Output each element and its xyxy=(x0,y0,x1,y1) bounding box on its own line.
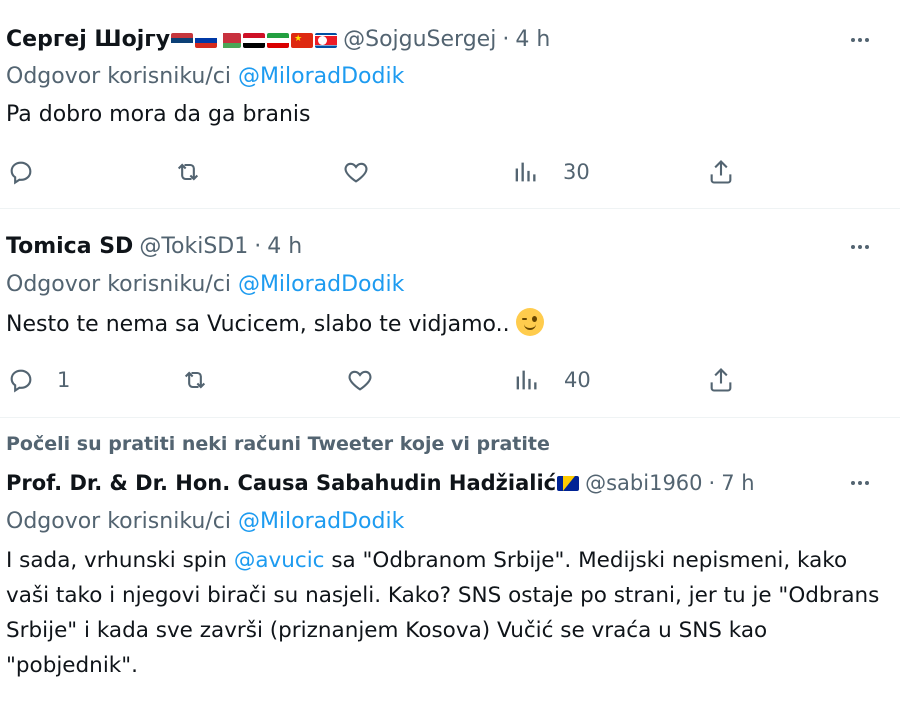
like-icon xyxy=(344,162,368,183)
author-name[interactable]: Tomica SD xyxy=(6,233,133,261)
like-button[interactable] xyxy=(342,157,370,187)
tweet-divider xyxy=(0,417,900,418)
reply-icon xyxy=(10,369,32,393)
more-icon[interactable] xyxy=(848,235,872,259)
action-bar: 1 40 xyxy=(0,365,900,395)
reply-context: Odgovor korisniku/ci @MiloradDodik xyxy=(6,508,404,536)
more-icon[interactable] xyxy=(848,471,872,495)
separator-dot: · xyxy=(708,471,716,495)
text-mention-link[interactable]: @avucic xyxy=(234,548,325,573)
views-button[interactable]: 30 xyxy=(511,157,590,187)
author-flags: ★ xyxy=(171,32,338,48)
author-handle[interactable]: @TokiSD1 xyxy=(139,233,248,261)
reply-icon xyxy=(10,161,32,185)
reply-button[interactable]: 1 xyxy=(7,365,70,395)
tweet-divider xyxy=(0,208,900,209)
share-icon xyxy=(710,160,732,184)
reply-count: 1 xyxy=(57,368,71,392)
like-icon xyxy=(348,370,372,391)
bosnia-flag-icon xyxy=(557,475,580,491)
iran-flag-icon xyxy=(267,32,290,48)
timestamp[interactable]: 4 h xyxy=(267,233,302,261)
tweet-text-start: I sada, vrhunski spin xyxy=(6,548,234,573)
reply-mention-link[interactable]: @MiloradDodik xyxy=(238,64,404,89)
reply-mention-link[interactable]: @MiloradDodik xyxy=(238,272,404,297)
retweet-button[interactable] xyxy=(174,157,202,187)
more-icon[interactable] xyxy=(848,28,872,52)
reply-prefix: Odgovor korisniku/ci xyxy=(6,272,238,297)
views-button[interactable]: 40 xyxy=(512,365,591,395)
tweet-text: Nesto te nema sa Vucicem, slabo te vidja… xyxy=(6,312,510,337)
views-count: 30 xyxy=(563,160,590,184)
china-flag-icon: ★ xyxy=(291,32,314,48)
reply-context: Odgovor korisniku/ci @MiloradDodik xyxy=(6,271,404,299)
share-icon xyxy=(710,368,732,392)
views-icon xyxy=(516,370,537,390)
author-name[interactable]: Сергеј Шојгу xyxy=(6,26,170,54)
views-icon xyxy=(515,162,536,182)
separator-dot: · xyxy=(502,27,510,52)
retweet-icon xyxy=(184,371,206,389)
retweet-icon xyxy=(177,163,199,181)
belarus-flag-icon xyxy=(219,32,242,48)
reply-button[interactable] xyxy=(7,157,57,187)
timestamp[interactable]: 4 h xyxy=(515,26,550,54)
action-bar: 30 xyxy=(0,157,900,187)
tweet-text: Pa dobro mora da ga branis xyxy=(6,102,311,127)
share-button[interactable] xyxy=(707,365,735,395)
tweet-header: Tomica SD @TokiSD1 · 4 h xyxy=(6,233,302,261)
retweet-button[interactable] xyxy=(181,365,209,395)
reply-context: Odgovor korisniku/ci @MiloradDodik xyxy=(6,63,404,91)
author-handle[interactable]: @SojguSergej xyxy=(343,26,496,54)
timestamp[interactable]: 7 h xyxy=(721,469,754,497)
syria-flag-icon xyxy=(243,32,266,48)
share-button[interactable] xyxy=(707,157,735,187)
author-flags xyxy=(557,475,580,491)
author-handle[interactable]: @sabi1960 xyxy=(585,469,702,497)
winking-face-icon xyxy=(515,308,544,336)
reply-prefix: Odgovor korisniku/ci xyxy=(6,64,238,89)
tweet-text-block: Nesto te nema sa Vucicem, slabo te vidja… xyxy=(6,308,544,342)
like-button[interactable] xyxy=(346,365,374,395)
russia-flag-icon xyxy=(195,32,218,48)
separator-dot: · xyxy=(254,234,262,259)
views-count: 40 xyxy=(564,368,591,392)
reply-prefix: Odgovor korisniku/ci xyxy=(6,509,238,534)
tweet-header: Сергеј Шојгу ★ @SojguSergej · 4 h xyxy=(6,26,550,54)
tweet-header: Prof. Dr. & Dr. Hon. Causa Sabahudin Had… xyxy=(6,469,755,497)
serbia-flag-icon xyxy=(171,32,194,48)
author-name[interactable]: Prof. Dr. & Dr. Hon. Causa Sabahudin Had… xyxy=(6,469,556,497)
reply-mention-link[interactable]: @MiloradDodik xyxy=(238,509,404,534)
social-context: Počeli su pratiti neki računi Tweeter ko… xyxy=(6,433,550,455)
tweet-text-block: I sada, vrhunski spin @avucic sa "Odbran… xyxy=(6,543,886,683)
north-korea-flag-icon xyxy=(315,32,338,48)
